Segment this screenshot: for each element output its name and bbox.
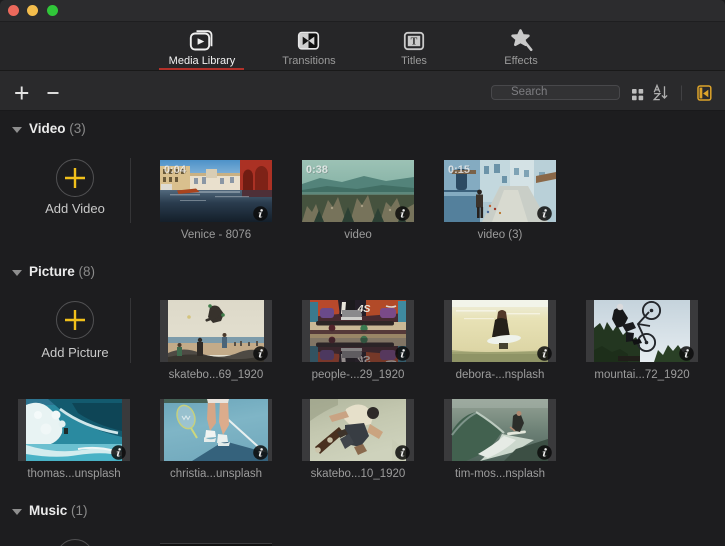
svg-text:0:38: 0:38 (306, 164, 328, 176)
svg-text:0:04: 0:04 (164, 164, 187, 176)
svg-text:T: T (411, 37, 418, 48)
svg-text:0:15: 0:15 (448, 164, 470, 176)
